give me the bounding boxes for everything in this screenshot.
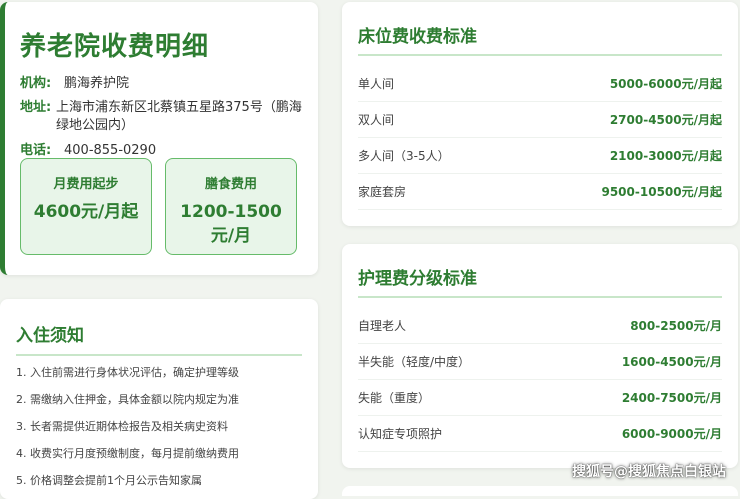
table-row: 半失能（轻度/中度） 1600-4500元/月 [358, 344, 722, 380]
care-price: 1600-4500元/月 [621, 355, 722, 369]
room-price: 2700-4500元/月起 [609, 113, 722, 127]
bed-fee-table: 单人间 5000-6000元/月起 双人间 2700-4500元/月起 多人间（… [358, 66, 722, 210]
room-type: 双人间 [358, 113, 395, 127]
notice-card: 入住须知 1. 入住前需进行身体状况评估，确定护理等级 2. 需缴纳入住押金，具… [0, 299, 318, 499]
notice-item: 5. 价格调整会提前1个月公示告知家属 [16, 474, 202, 487]
table-row: 自理老人 800-2500元/月 [358, 308, 722, 344]
table-row: 双人间 2700-4500元/月起 [358, 102, 722, 138]
notice-list: 1. 入住前需进行身体状况评估，确定护理等级 2. 需缴纳入住押金，具体金额以院… [16, 366, 302, 488]
org-label: 机构: [20, 76, 52, 91]
address-label: 地址: [20, 100, 52, 115]
care-level: 自理老人 [358, 319, 407, 333]
monthly-fee-label: 月费用起步 [53, 177, 119, 192]
care-fee-card: 护理费分级标准 自理老人 800-2500元/月 半失能（轻度/中度） 1600… [342, 244, 738, 468]
notice-item: 2. 需缴纳入住押金，具体金额以院内规定为准 [16, 393, 239, 406]
org-value: 鹏海养护院 [64, 76, 130, 91]
room-price: 2100-3000元/月起 [609, 149, 722, 163]
next-card-edge [342, 486, 738, 496]
bed-fee-heading: 床位费收费标准 [358, 22, 722, 56]
address-row: 地址: 上海市浦东新区北蔡镇五星路375号（鹏海绿地公园内） [20, 99, 302, 135]
org-row: 机构: 鹏海养护院 [20, 75, 302, 93]
room-type: 单人间 [358, 77, 395, 91]
table-row: 失能（重度） 2400-7500元/月 [358, 380, 722, 416]
fee-summary: 月费用起步 4600元/月起 膳食费用 1200-1500元/月 [20, 158, 297, 255]
care-price: 800-2500元/月 [630, 319, 722, 333]
table-row: 单人间 5000-6000元/月起 [358, 66, 722, 102]
care-fee-heading: 护理费分级标准 [358, 264, 722, 298]
notice-item: 1. 入住前需进行身体状况评估，确定护理等级 [16, 366, 239, 379]
meal-fee-box: 膳食费用 1200-1500元/月 [165, 158, 297, 255]
monthly-fee-box: 月费用起步 4600元/月起 [20, 158, 152, 255]
care-price: 2400-7500元/月 [621, 391, 722, 405]
notice-heading: 入住须知 [16, 321, 302, 356]
care-level: 失能（重度） [358, 391, 431, 405]
care-fee-table: 自理老人 800-2500元/月 半失能（轻度/中度） 1600-4500元/月… [358, 308, 722, 452]
care-level: 认知症专项照护 [358, 427, 443, 441]
meal-fee-value: 1200-1500元/月 [180, 202, 282, 246]
care-price: 6000-9000元/月 [621, 427, 722, 441]
table-row: 多人间（3-5人） 2100-3000元/月起 [358, 138, 722, 174]
care-level: 半失能（轻度/中度） [358, 355, 471, 369]
monthly-fee-value: 4600元/月起 [33, 202, 139, 222]
room-type: 多人间（3-5人） [358, 149, 450, 163]
room-type: 家庭套房 [358, 185, 407, 199]
meal-fee-label: 膳食费用 [204, 177, 257, 192]
address-value: 上海市浦东新区北蔡镇五星路375号（鹏海绿地公园内） [56, 100, 302, 133]
room-price: 9500-10500元/月起 [601, 185, 722, 199]
watermark: 搜狐号@搜狐焦点白银站 [572, 464, 726, 480]
room-price: 5000-6000元/月起 [609, 77, 722, 91]
facility-card: 养老院收费明细 机构: 鹏海养护院 地址: 上海市浦东新区北蔡镇五星路375号（… [0, 2, 318, 275]
page-title: 养老院收费明细 [20, 32, 210, 62]
table-row: 认知症专项照护 6000-9000元/月 [358, 416, 722, 452]
table-row: 家庭套房 9500-10500元/月起 [358, 174, 722, 210]
bed-fee-card: 床位费收费标准 单人间 5000-6000元/月起 双人间 2700-4500元… [342, 2, 738, 226]
notice-item: 4. 收费实行月度预缴制度，每月提前缴纳费用 [16, 447, 239, 460]
notice-item: 3. 长者需提供近期体检报告及相关病史资料 [16, 420, 228, 433]
